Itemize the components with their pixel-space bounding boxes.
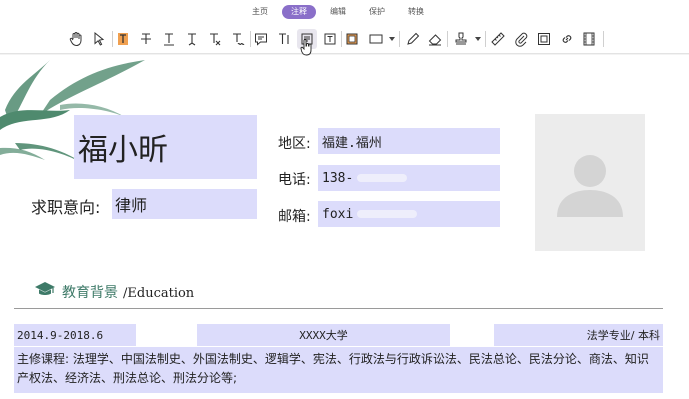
select-arrow-icon[interactable] xyxy=(89,29,109,49)
redacted-mask xyxy=(357,210,418,218)
stamp-icon[interactable] xyxy=(451,29,471,49)
section-divider xyxy=(14,308,663,309)
tab-annotate[interactable]: 注释 xyxy=(282,5,316,19)
attachment-icon[interactable] xyxy=(511,29,531,49)
profile-photo-placeholder[interactable] xyxy=(535,114,645,251)
education-major-field[interactable]: 法学专业/ 本科 xyxy=(494,324,663,346)
video-icon[interactable] xyxy=(579,29,599,49)
toolbar-separator xyxy=(485,31,486,47)
stamp-dropdown-icon[interactable] xyxy=(475,37,481,41)
courses-field[interactable]: 主修课程: 法理学、中国法制史、外国法制史、逻辑学、宪法、行政法与行政诉讼法、民… xyxy=(14,347,663,393)
phone-value: 138- xyxy=(322,170,354,186)
education-date-field[interactable]: 2014.9-2018.6 xyxy=(14,324,136,346)
toolbar-separator xyxy=(447,31,448,47)
tab-convert[interactable]: 转换 xyxy=(403,5,429,19)
squiggly-text-icon[interactable] xyxy=(228,29,248,49)
graduation-cap-icon xyxy=(35,282,55,295)
hand-cursor-icon xyxy=(300,39,312,56)
image-annotation-icon[interactable] xyxy=(534,29,554,49)
hand-icon[interactable] xyxy=(66,29,86,49)
toolbar-separator xyxy=(603,31,604,47)
job-intention-field[interactable]: 律师 xyxy=(112,189,257,219)
tab-edit[interactable]: 编辑 xyxy=(325,5,351,19)
strikethrough-text-icon[interactable] xyxy=(136,29,156,49)
phone-label: 电话: xyxy=(278,172,311,188)
measure-ruler-icon[interactable] xyxy=(488,29,508,49)
underline-text-icon[interactable] xyxy=(159,29,179,49)
pencil-icon[interactable] xyxy=(403,29,423,49)
tab-protect[interactable]: 保护 xyxy=(364,5,390,19)
annotation-toolbar xyxy=(0,24,689,54)
typewriter-icon[interactable] xyxy=(274,29,294,49)
job-intention-label: 求职意向: xyxy=(31,198,101,217)
top-menu-bar: 主页 注释 编辑 保护 转换 xyxy=(0,0,689,24)
email-value: foxi xyxy=(322,206,354,222)
section-title-cn: 教育背景 xyxy=(62,285,118,301)
section-title-en: /Education xyxy=(123,286,195,301)
avatar-icon xyxy=(557,155,623,217)
insert-text-icon[interactable] xyxy=(182,29,202,49)
section-header-education: 教育背景 /Education xyxy=(34,281,194,302)
location-field[interactable]: 福建.福州 xyxy=(318,128,500,154)
education-school-field[interactable]: XXXX大学 xyxy=(197,324,450,346)
redacted-mask xyxy=(357,174,408,182)
tab-home[interactable]: 主页 xyxy=(247,5,273,19)
email-field[interactable]: foxi xyxy=(318,201,500,227)
replace-text-icon[interactable] xyxy=(205,29,225,49)
toolbar-separator xyxy=(399,31,400,47)
rectangle-icon[interactable] xyxy=(366,29,386,49)
note-comment-icon[interactable] xyxy=(251,29,271,49)
link-icon[interactable] xyxy=(557,29,577,49)
name-field[interactable]: 福小昕 xyxy=(74,115,257,179)
shape-dropdown-icon[interactable] xyxy=(389,37,395,41)
eraser-icon[interactable] xyxy=(425,29,445,49)
email-label: 邮箱: xyxy=(278,209,311,225)
area-highlight-icon[interactable] xyxy=(342,29,362,49)
phone-field[interactable]: 138- xyxy=(318,165,500,191)
highlight-text-icon[interactable] xyxy=(113,29,133,49)
resume-page: 福小昕 求职意向: 律师 地区: 福建.福州 电话: 138- 邮箱: foxi… xyxy=(0,55,689,399)
location-label: 地区: xyxy=(278,136,311,152)
callout-icon[interactable] xyxy=(320,29,340,49)
